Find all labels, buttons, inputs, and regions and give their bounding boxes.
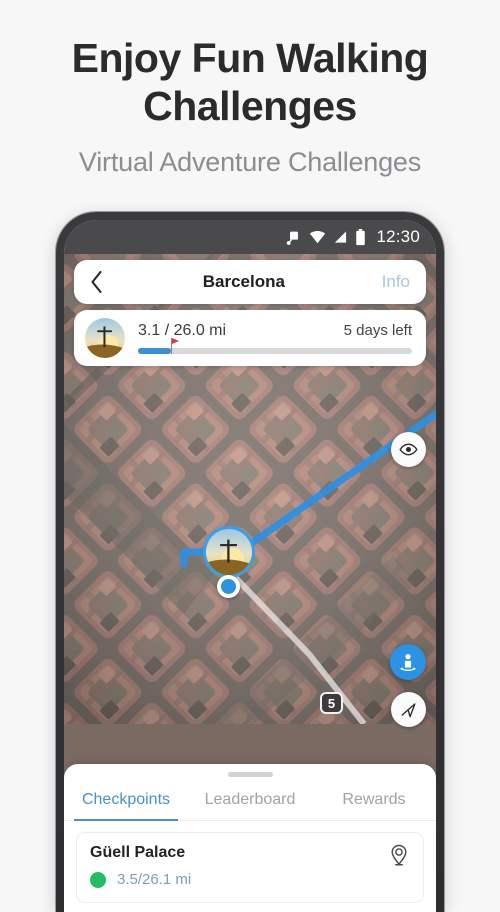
tab-checkpoints[interactable]: Checkpoints <box>64 791 188 821</box>
sheet-tabs: Checkpoints Leaderboard Rewards <box>64 791 436 821</box>
list-item[interactable]: Güell Palace 3.5/26.1 mi <box>76 832 424 903</box>
vibrate-icon <box>286 229 302 245</box>
route-shield-marker[interactable]: 5 <box>320 692 343 714</box>
current-position-dot <box>217 575 240 598</box>
phone-screen: 12:30 5 Barcelona Info 3.1 / 26.0 mi 5 d… <box>64 220 436 912</box>
tab-leaderboard[interactable]: Leaderboard <box>188 791 312 820</box>
promo-header: Enjoy Fun Walking Challenges Virtual Adv… <box>0 0 500 178</box>
promo-title-line-2: Challenges <box>143 83 357 130</box>
progress-days-left: 5 days left <box>343 322 412 339</box>
checkpoint-body: Güell Palace 3.5/26.1 mi <box>90 844 388 888</box>
checkpoint-distance: 3.5/26.1 mi <box>117 871 192 888</box>
tab-rewards[interactable]: Rewards <box>312 791 436 820</box>
progress-body: 3.1 / 26.0 mi 5 days left <box>138 322 412 354</box>
checkpoint-meta: 3.5/26.1 mi <box>90 871 388 888</box>
progress-distance: 3.1 / 26.0 mi <box>138 322 227 339</box>
map-top-overlay: Barcelona Info 3.1 / 26.0 mi 5 days left <box>74 260 426 366</box>
status-bar-clock: 12:30 <box>376 227 420 246</box>
phone-frame: 12:30 5 Barcelona Info 3.1 / 26.0 mi 5 d… <box>56 212 444 912</box>
progress-flag-icon <box>170 338 179 354</box>
sheet-drag-handle[interactable] <box>227 772 273 777</box>
checkpoint-name: Güell Palace <box>90 844 186 861</box>
app-bar: Barcelona Info <box>74 260 426 304</box>
challenge-avatar <box>85 318 125 358</box>
wifi-icon <box>309 230 326 244</box>
page-title: Enjoy Fun Walking Challenges <box>0 34 500 131</box>
status-bar: 12:30 <box>64 220 436 254</box>
promo-title-line-1: Enjoy Fun Walking <box>71 35 429 81</box>
battery-icon <box>355 228 366 246</box>
avatar <box>203 526 255 578</box>
promo-subtitle: Virtual Adventure Challenges <box>78 146 422 177</box>
info-button[interactable]: Info <box>382 272 410 292</box>
progress-card[interactable]: 3.1 / 26.0 mi 5 days left <box>74 310 426 366</box>
navigation-arrow-icon[interactable] <box>391 692 426 727</box>
eye-icon[interactable] <box>391 432 426 467</box>
progress-bar-track <box>138 348 412 354</box>
street-view-icon[interactable] <box>390 644 426 680</box>
phone-mockup: 12:30 5 Barcelona Info 3.1 / 26.0 mi 5 d… <box>56 212 444 912</box>
status-badge <box>90 871 106 888</box>
map-pin-icon[interactable] <box>388 844 410 873</box>
user-location-marker[interactable] <box>203 526 255 598</box>
progress-bar-fill <box>138 348 171 354</box>
progress-bar <box>138 338 412 354</box>
app-bar-title: Barcelona <box>202 272 285 291</box>
cellular-signal-icon <box>333 230 348 244</box>
